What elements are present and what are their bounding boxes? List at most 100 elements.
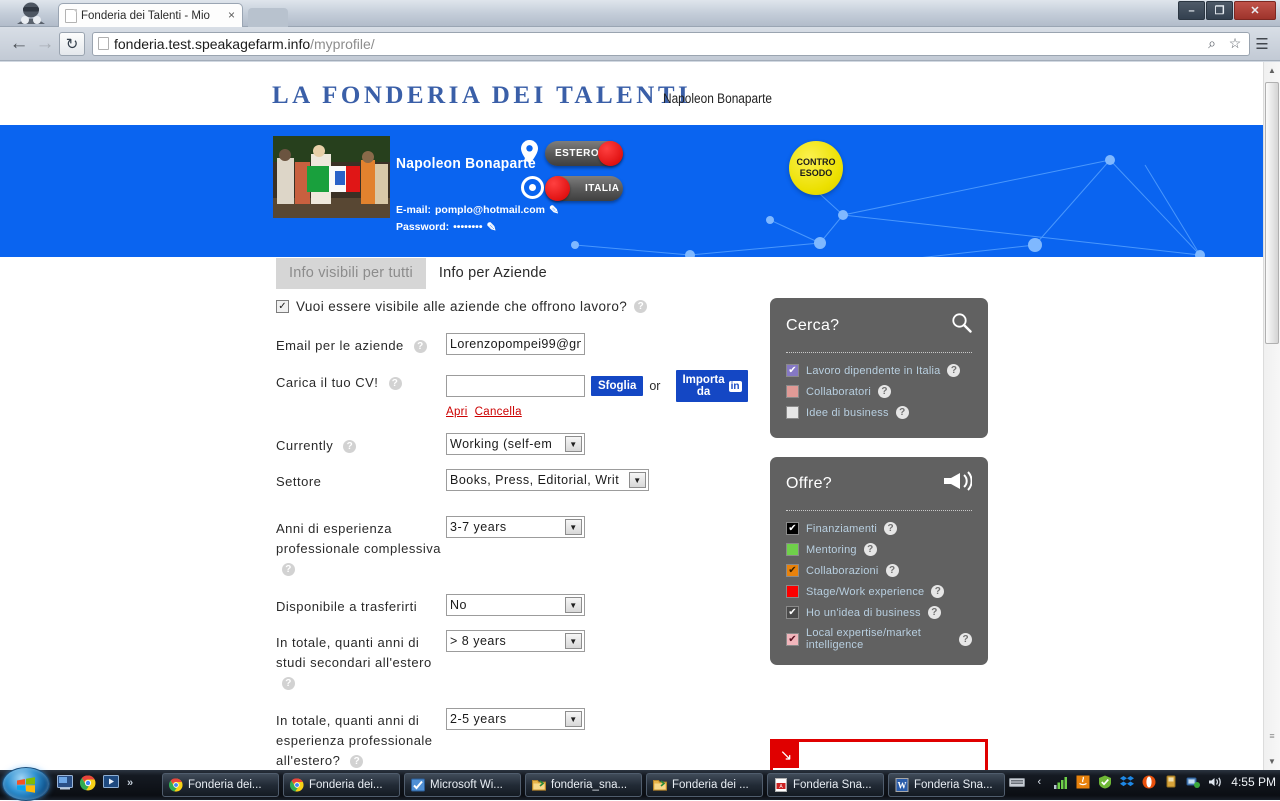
visible-to-companies-help-icon[interactable]: ? — [634, 300, 648, 313]
header-user-name: Napoleon Bonaparte — [663, 91, 772, 106]
bookmark-star-icon[interactable]: ☆ — [1226, 35, 1244, 52]
cerca-checkbox-idee-business[interactable] — [786, 406, 799, 419]
system-tray: ‹ 4:55 PM — [1009, 774, 1276, 790]
taskbar-button-0[interactable]: Fonderia dei... — [162, 773, 279, 797]
offre-help-icon-mentoring[interactable]: ? — [863, 543, 877, 556]
profile-banner: Napoleon Bonaparte E-mail: pomplo@hotmai… — [0, 125, 1280, 257]
row-studi-secondari: In totale, quanti anni di studi secondar… — [276, 630, 746, 693]
profile-photo[interactable] — [273, 136, 390, 218]
anni-esperienza-help-icon[interactable]: ? — [282, 563, 295, 577]
cerca-help-icon-lavoro-dipendente[interactable]: ? — [947, 364, 961, 377]
address-bar[interactable]: fonderia.test.speakagefarm.info/myprofil… — [92, 31, 1250, 56]
offre-checkbox-local-expertise[interactable]: ✔ — [786, 632, 799, 646]
show-desktop-icon[interactable] — [56, 774, 73, 791]
tray-expand-icon[interactable]: ‹ — [1031, 774, 1047, 790]
scroll-down-arrow-icon[interactable]: ▼ — [1264, 753, 1280, 770]
close-button[interactable]: ✕ — [1234, 1, 1276, 20]
offre-help-icon-idea-business[interactable]: ? — [927, 606, 941, 619]
keyboard-language-icon[interactable] — [1009, 774, 1026, 790]
taskbar-button-3[interactable]: fonderia_sna... — [525, 773, 642, 797]
start-button[interactable] — [2, 767, 50, 801]
banner-estero-toggle[interactable]: ESTERO — [545, 141, 623, 166]
cv-file-input[interactable] — [446, 375, 585, 397]
page-scrollbar[interactable]: ▲ ≡ ▼ — [1263, 62, 1280, 770]
search-icon[interactable] — [951, 312, 972, 339]
anni-esperienza-select[interactable]: 3-7 years ▼ — [446, 516, 585, 538]
taskbar-button-4[interactable]: Fonderia dei ... — [646, 773, 763, 797]
browse-button[interactable]: Sfoglia — [591, 376, 644, 396]
linkedin-icon: in — [728, 380, 742, 392]
studi-secondari-help-icon[interactable]: ? — [282, 677, 295, 691]
tab-close-icon[interactable]: × — [225, 9, 238, 22]
studi-secondari-select[interactable]: > 8 years ▼ — [446, 630, 585, 652]
offre-panel-divider — [786, 510, 972, 511]
opera-icon[interactable] — [1141, 774, 1157, 790]
dropbox-icon[interactable] — [1119, 774, 1135, 790]
offre-help-icon-local-expertise[interactable]: ? — [959, 632, 972, 646]
import-linkedin-label: Importa da — [682, 374, 725, 398]
pdf-icon: A — [773, 778, 788, 793]
offre-checkbox-mentoring[interactable] — [786, 543, 799, 556]
media-player-icon[interactable] — [102, 774, 119, 791]
scroll-up-arrow-icon[interactable]: ▲ — [1264, 62, 1280, 79]
email-aziende-help-icon[interactable]: ? — [413, 340, 427, 354]
contro-esodo-badge[interactable]: CONTRO ESODO — [789, 141, 843, 195]
email-aziende-input[interactable] — [446, 333, 585, 355]
import-linkedin-button[interactable]: Importa da in — [676, 370, 748, 402]
offre-help-icon-stage-work[interactable]: ? — [931, 585, 945, 598]
offre-help-icon-finanziamenti[interactable]: ? — [884, 522, 898, 535]
megaphone-icon[interactable] — [944, 471, 973, 497]
offre-checkbox-collaborazioni[interactable]: ✔ — [786, 564, 799, 577]
or-label: or — [649, 379, 661, 393]
offre-help-icon-collaborazioni[interactable]: ? — [885, 564, 899, 577]
offre-checkbox-stage-work[interactable] — [786, 585, 799, 598]
network-signal-icon[interactable] — [1053, 774, 1069, 790]
settore-select[interactable]: Books, Press, Editorial, Writ ▼ — [446, 469, 649, 491]
cerca-help-icon-collaboratori[interactable]: ? — [877, 385, 891, 398]
scrollbar-thumb[interactable] — [1265, 82, 1279, 344]
back-icon[interactable]: ← — [6, 31, 32, 57]
carica-cv-help-icon[interactable]: ? — [388, 377, 402, 391]
cerca-help-icon-idee-business[interactable]: ? — [895, 406, 909, 419]
taskbar-button-5[interactable]: A Fonderia Sna... — [767, 773, 884, 797]
volume-icon[interactable] — [1207, 774, 1223, 790]
delete-cv-link[interactable]: Cancella — [475, 406, 522, 418]
open-cv-link[interactable]: Apri — [446, 406, 468, 418]
incognito-icon — [8, 1, 54, 26]
usb-device-icon[interactable] — [1163, 774, 1179, 790]
reload-icon[interactable]: ↻ — [59, 31, 85, 56]
offre-checkbox-idea-business[interactable]: ✔ — [786, 606, 799, 619]
chrome-menu-icon[interactable]: ☰ — [1250, 31, 1274, 57]
currently-select[interactable]: Working (self-em ▼ — [446, 433, 585, 455]
taskbar-clock[interactable]: 4:55 PM — [1231, 775, 1276, 789]
taskbar-button-6[interactable]: W Fonderia Sna... — [888, 773, 1005, 797]
browser-tab[interactable]: Fonderia dei Talenti - Mio × — [58, 3, 243, 27]
taskbar-button-1[interactable]: Fonderia dei... — [283, 773, 400, 797]
java-icon[interactable] — [1075, 774, 1091, 790]
esperienza-estero-help-icon[interactable]: ? — [350, 755, 364, 769]
taskbar-button-2[interactable]: Microsoft Wi... — [404, 773, 521, 797]
quick-launch-overflow-icon[interactable]: » — [127, 777, 133, 789]
taskbar-buttons: Fonderia dei... Fonderia dei... Microsof… — [162, 773, 1005, 797]
network-status-icon[interactable] — [1185, 774, 1201, 790]
tab-info-per-aziende[interactable]: Info per Aziende — [426, 258, 560, 289]
minimize-button[interactable]: – — [1178, 1, 1205, 20]
antivirus-shield-icon[interactable] — [1097, 774, 1113, 790]
zoom-out-icon[interactable]: ⌕ — [1203, 35, 1221, 52]
banner-italia-toggle[interactable]: ITALIA — [545, 176, 623, 201]
tab-info-visibili-per-tutti[interactable]: Info visibili per tutti — [276, 258, 426, 289]
forward-icon[interactable]: → — [32, 31, 58, 57]
new-tab-button[interactable] — [248, 8, 288, 27]
offre-checkbox-finanziamenti[interactable]: ✔ — [786, 522, 799, 535]
visible-to-companies-checkbox[interactable]: ✓ — [276, 300, 289, 313]
currently-help-icon[interactable]: ? — [343, 440, 357, 454]
cerca-checkbox-collaboratori[interactable] — [786, 385, 799, 398]
cerca-checkbox-lavoro-dipendente[interactable]: ✔ — [786, 364, 799, 377]
chrome-icon[interactable] — [79, 774, 96, 791]
disponibile-trasferirti-select[interactable]: No ▼ — [446, 594, 585, 616]
esperienza-estero-select[interactable]: 2-5 years ▼ — [446, 708, 585, 730]
site-logo[interactable]: LA FONDERIA DEI TALENTI — [272, 82, 691, 110]
edit-email-icon[interactable]: ✎ — [549, 203, 559, 217]
maximize-button[interactable]: ❐ — [1206, 1, 1233, 20]
edit-password-icon[interactable]: ✎ — [487, 220, 497, 234]
